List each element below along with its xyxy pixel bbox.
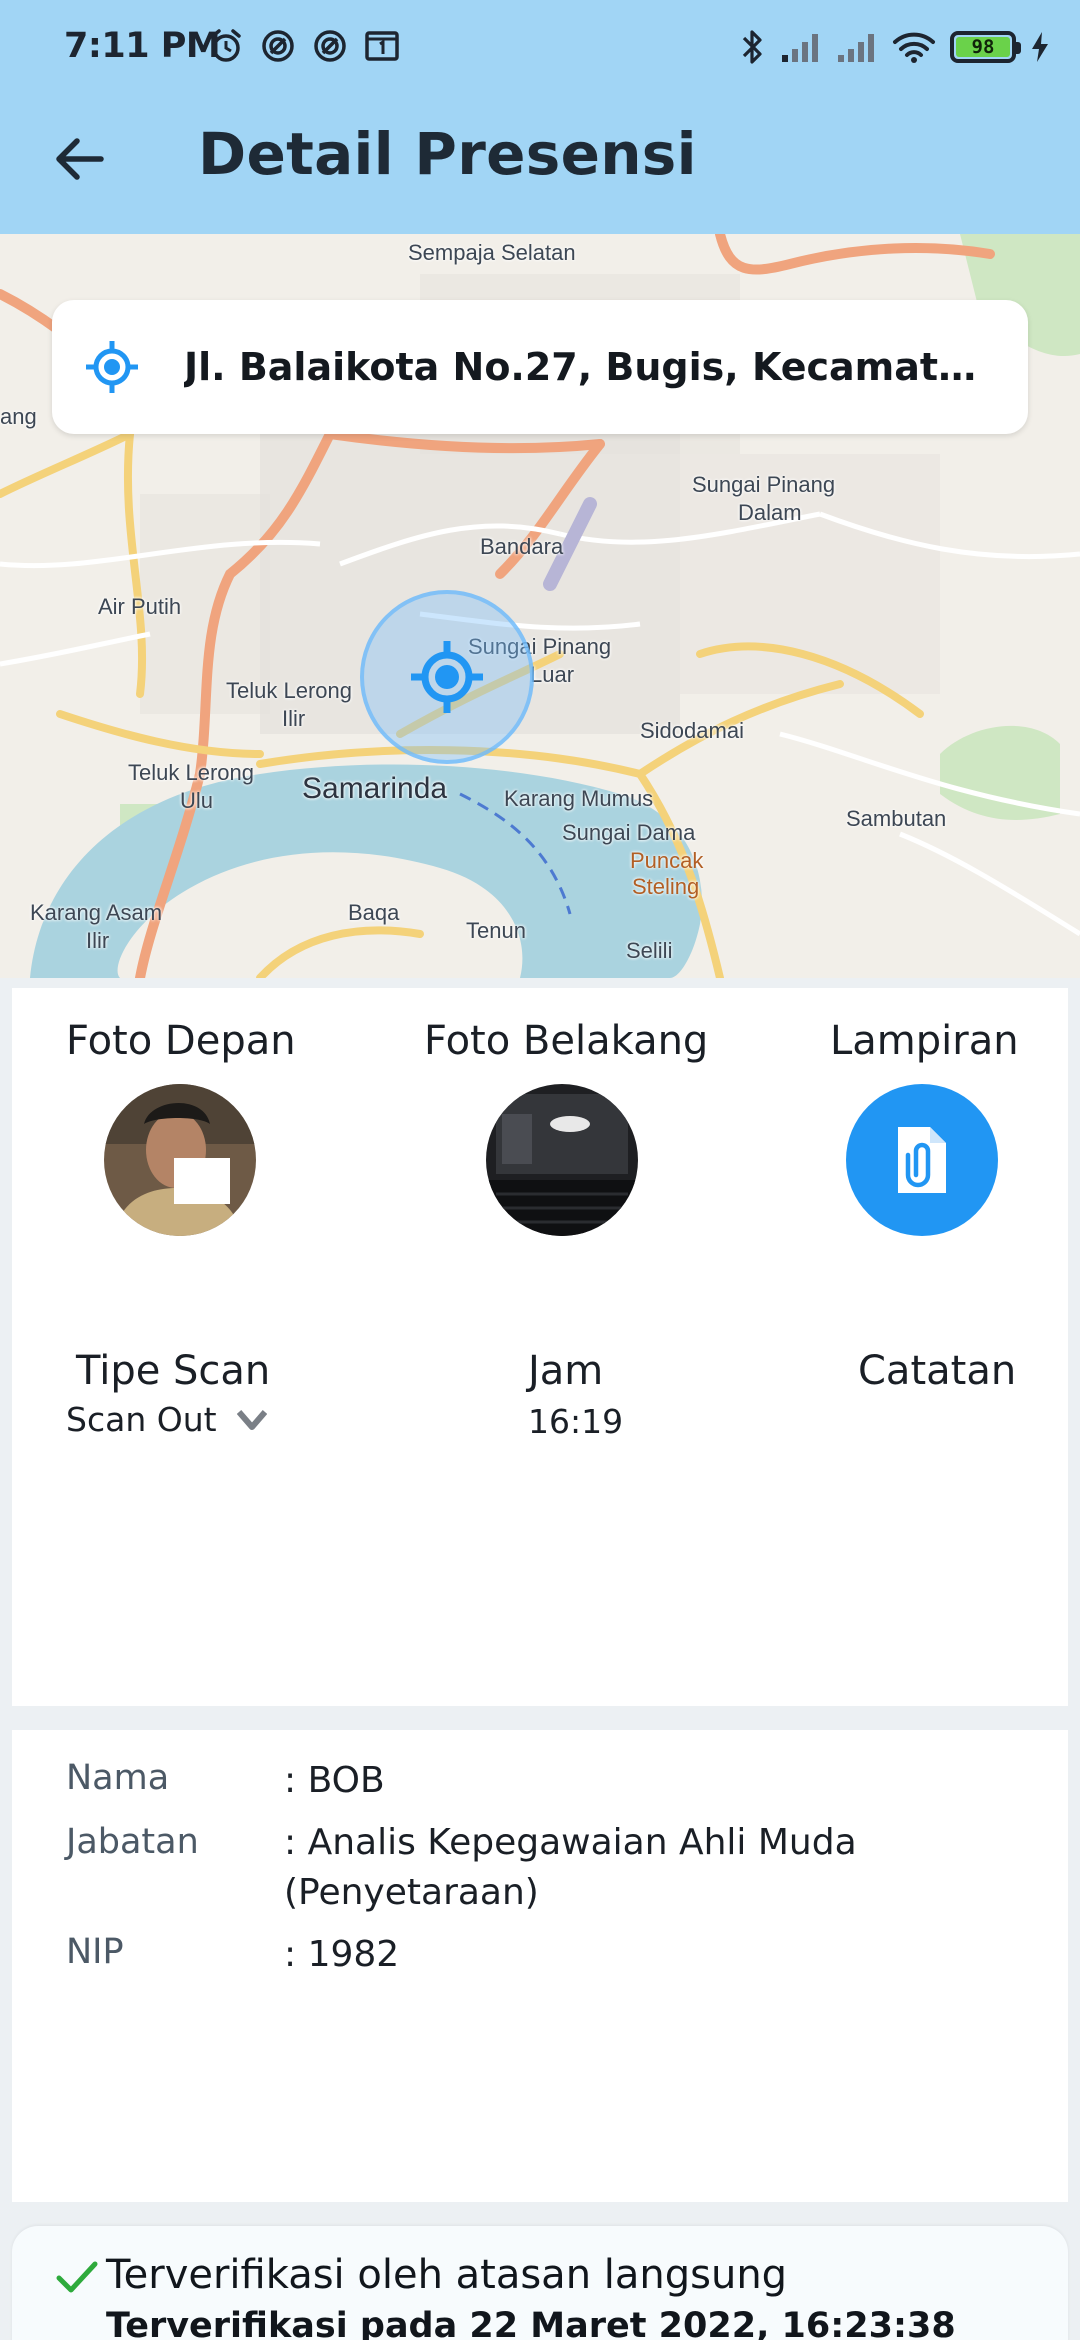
time-label: Jam bbox=[528, 1348, 604, 1394]
map-label: Baqa bbox=[348, 900, 400, 925]
map-label: ang bbox=[0, 404, 37, 429]
position-label: Jabatan bbox=[66, 1822, 199, 1862]
map-label: Ilir bbox=[86, 928, 110, 953]
back-photo[interactable] bbox=[486, 1084, 638, 1236]
address-text: Jl. Balaikota No.27, Bugis, Kecamatan Sa… bbox=[184, 345, 990, 389]
chevron-down-icon bbox=[236, 1409, 267, 1430]
map-label: Sungai Pinang bbox=[692, 472, 836, 497]
map-label: Sidodamai bbox=[640, 718, 744, 743]
attach-file-icon bbox=[898, 1127, 946, 1193]
map-label: Ilir bbox=[282, 706, 306, 731]
map-label: Dalam bbox=[738, 500, 802, 525]
scan-type-label: Tipe Scan bbox=[76, 1348, 271, 1394]
battery-level: 98 bbox=[956, 36, 1010, 58]
arrow-left-icon bbox=[56, 138, 104, 180]
sync-icon bbox=[260, 28, 296, 64]
sim-icon bbox=[364, 28, 400, 64]
status-bar: 7:11 PM 98 bbox=[0, 0, 1080, 100]
note-label: Catatan bbox=[858, 1348, 1017, 1394]
verification-card: Terverifikasi oleh atasan langsung Terve… bbox=[12, 2226, 1068, 2340]
name-value: : BOB bbox=[284, 1760, 385, 1801]
wifi-icon bbox=[892, 30, 936, 64]
front-photo-label: Foto Depan bbox=[66, 1018, 296, 1064]
attachment-label: Lampiran bbox=[830, 1018, 1019, 1064]
top-bar: 7:11 PM 98 Detail Presensi bbox=[0, 0, 1080, 234]
alarm-icon bbox=[208, 28, 244, 64]
status-left-icons bbox=[208, 28, 400, 64]
check-icon bbox=[56, 2261, 98, 2293]
back-button[interactable] bbox=[44, 124, 114, 194]
map-label: Karang Mumus bbox=[504, 786, 654, 811]
charging-icon bbox=[1030, 31, 1050, 63]
sync-icon bbox=[312, 28, 348, 64]
nip-label: NIP bbox=[66, 1932, 124, 1972]
map-label: Air Putih bbox=[98, 594, 182, 619]
map-label: Bandara bbox=[480, 534, 564, 559]
map-label: Samarinda bbox=[302, 772, 448, 805]
location-target-icon bbox=[86, 341, 138, 393]
front-photo[interactable] bbox=[104, 1084, 256, 1236]
name-label: Nama bbox=[66, 1758, 170, 1798]
app-bar: Detail Presensi bbox=[0, 100, 1080, 234]
position-value-line1: : Analis Kepegawaian Ahli Muda bbox=[284, 1822, 857, 1863]
attachment-button[interactable] bbox=[846, 1084, 998, 1236]
time-value: 16:19 bbox=[528, 1402, 624, 1441]
signal-icon bbox=[836, 31, 878, 63]
map-label: Teluk Lerong bbox=[226, 678, 352, 703]
map-label: Tenun bbox=[466, 918, 526, 943]
status-time: 7:11 PM bbox=[64, 26, 221, 66]
status-right-icons: 98 bbox=[740, 28, 1050, 66]
employee-info-card: Nama : BOB Jabatan : Analis Kepegawaian … bbox=[12, 1730, 1068, 2202]
signal-icon bbox=[780, 31, 822, 63]
map-label: Selili bbox=[626, 938, 673, 963]
map-label: Steling bbox=[632, 874, 700, 899]
attendance-detail-card: Foto Depan Foto Belakang Lampiran Tipe S… bbox=[12, 988, 1068, 1706]
scan-type-value: Scan Out bbox=[66, 1400, 217, 1439]
map-label: Teluk Lerong bbox=[128, 760, 254, 785]
map-view[interactable]: Sempaja Selatan Sungai Pinang Dalam Band… bbox=[0, 234, 1080, 978]
map-label: Sempaja Selatan bbox=[408, 240, 576, 265]
map-label: Karang Asam bbox=[30, 900, 163, 925]
battery-icon: 98 bbox=[950, 31, 1021, 63]
verification-status: Terverifikasi oleh atasan langsung bbox=[106, 2252, 788, 2298]
page-title: Detail Presensi bbox=[198, 120, 697, 188]
map-label: Puncak bbox=[630, 848, 704, 873]
nip-value: : 1982 bbox=[284, 1934, 400, 1975]
position-value-line2: (Penyetaraan) bbox=[284, 1872, 539, 1913]
current-location-marker[interactable] bbox=[360, 590, 534, 764]
front-photo-image bbox=[104, 1084, 256, 1236]
back-photo-label: Foto Belakang bbox=[424, 1018, 709, 1064]
map-label: Sungai Dama bbox=[562, 820, 696, 845]
verification-detail: Terverifikasi pada 22 Maret 2022, 16:23:… bbox=[106, 2306, 956, 2340]
address-card[interactable]: Jl. Balaikota No.27, Bugis, Kecamatan Sa… bbox=[52, 300, 1028, 434]
map-label: Ulu bbox=[180, 788, 214, 813]
scan-type-dropdown[interactable]: Scan Out bbox=[66, 1400, 267, 1439]
map-label: Sambutan bbox=[846, 806, 947, 831]
location-target-icon bbox=[411, 641, 483, 713]
bluetooth-icon bbox=[740, 28, 766, 66]
map-label: Luar bbox=[530, 662, 575, 687]
back-photo-image bbox=[486, 1084, 638, 1236]
